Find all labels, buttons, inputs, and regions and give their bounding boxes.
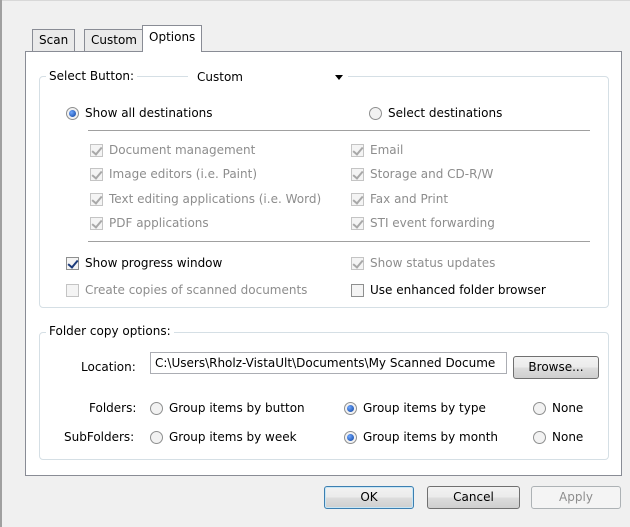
image-editors-label: Image editors (i.e. Paint) (109, 167, 257, 181)
checkbox-icon (351, 193, 364, 206)
subfolders-by-month-label: Group items by month (363, 430, 499, 444)
window-left-edge (0, 0, 2, 527)
checkbox-icon (90, 193, 103, 206)
checkbox-icon (66, 284, 79, 297)
text-editing-label: Text editing applications (i.e. Word) (109, 192, 322, 206)
subfolders-none-label: None (552, 430, 584, 444)
chevron-down-icon (335, 75, 343, 80)
location-input[interactable] (151, 353, 506, 373)
subfolders-label: SubFolders: (64, 430, 135, 444)
radio-unselected-icon (533, 431, 546, 444)
folders-label: Folders: (89, 401, 137, 415)
location-field[interactable] (150, 352, 507, 374)
apply-button[interactable]: Apply (531, 486, 621, 509)
folders-by-button-label: Group items by button (169, 401, 305, 415)
radio-selected-icon (344, 402, 357, 415)
checkbox-icon (351, 144, 364, 157)
options-dialog: Scan Custom Options Select Button: Custo… (0, 0, 630, 527)
checkbox-icon (351, 257, 364, 270)
checkbox-icon (90, 144, 103, 157)
tab-custom[interactable]: Custom (84, 29, 144, 51)
tab-scan[interactable]: Scan (32, 29, 76, 51)
show-all-destinations-label: Show all destinations (85, 106, 213, 120)
checkbox-unchecked-icon (351, 284, 364, 297)
radio-unselected-icon (369, 107, 382, 120)
radio-unselected-icon (533, 402, 546, 415)
ok-button[interactable]: OK (324, 486, 414, 509)
document-management-label: Document management (109, 143, 256, 157)
create-copies-label: Create copies of scanned documents (85, 283, 308, 297)
fax-print-label: Fax and Print (370, 192, 449, 206)
separator-bottom (88, 241, 590, 242)
location-label: Location: (81, 360, 136, 374)
browse-button[interactable]: Browse... (513, 356, 599, 379)
checkbox-icon (351, 168, 364, 181)
cancel-button[interactable]: Cancel (427, 486, 520, 509)
radio-selected-icon (344, 431, 357, 444)
folders-by-type-label: Group items by type (363, 401, 486, 415)
checkbox-icon (90, 168, 103, 181)
show-status-updates-label: Show status updates (370, 256, 496, 270)
sti-event-forwarding-label: STI event forwarding (370, 216, 495, 230)
email-label: Email (370, 143, 404, 157)
storage-cdrw-label: Storage and CD-R/W (370, 167, 494, 181)
select-button-label: Select Button: (46, 69, 138, 83)
radio-unselected-icon (150, 431, 163, 444)
folders-none-label: None (552, 401, 584, 415)
radio-unselected-icon (150, 402, 163, 415)
tab-options[interactable]: Options (142, 25, 203, 52)
pdf-applications-label: PDF applications (109, 216, 209, 230)
checkbox-icon (351, 217, 364, 230)
subfolders-by-week-label: Group items by week (169, 430, 297, 444)
separator-top (88, 130, 590, 131)
enhanced-folder-browser-label: Use enhanced folder browser (370, 283, 546, 297)
select-button-value: Custom (197, 70, 243, 84)
window-top-edge (0, 0, 630, 1)
checkbox-checked-icon (66, 257, 79, 270)
checkbox-icon (90, 217, 103, 230)
select-button-dropdown[interactable]: Custom (188, 66, 348, 88)
show-progress-window-label: Show progress window (85, 256, 223, 270)
select-destinations-label: Select destinations (388, 106, 503, 120)
radio-selected-icon (66, 107, 79, 120)
folder-copy-title: Folder copy options: (46, 324, 174, 338)
